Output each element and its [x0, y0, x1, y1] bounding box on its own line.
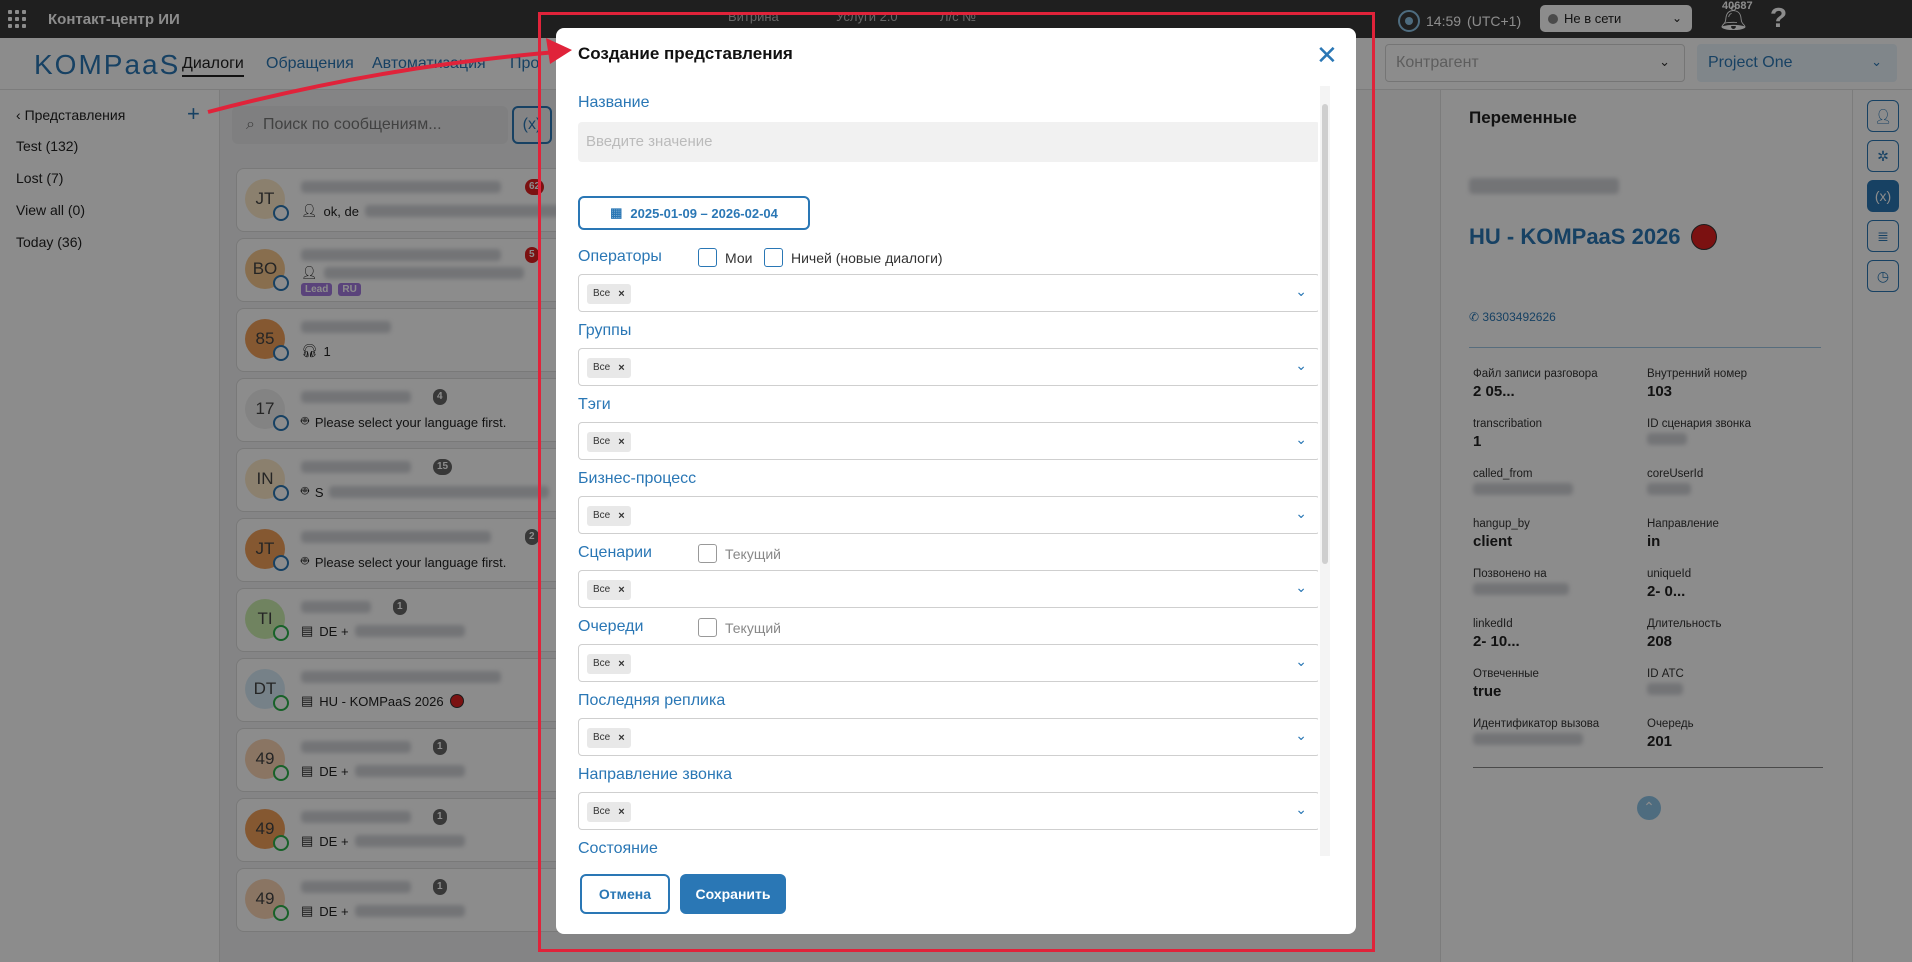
highlight-frame	[538, 12, 1375, 952]
